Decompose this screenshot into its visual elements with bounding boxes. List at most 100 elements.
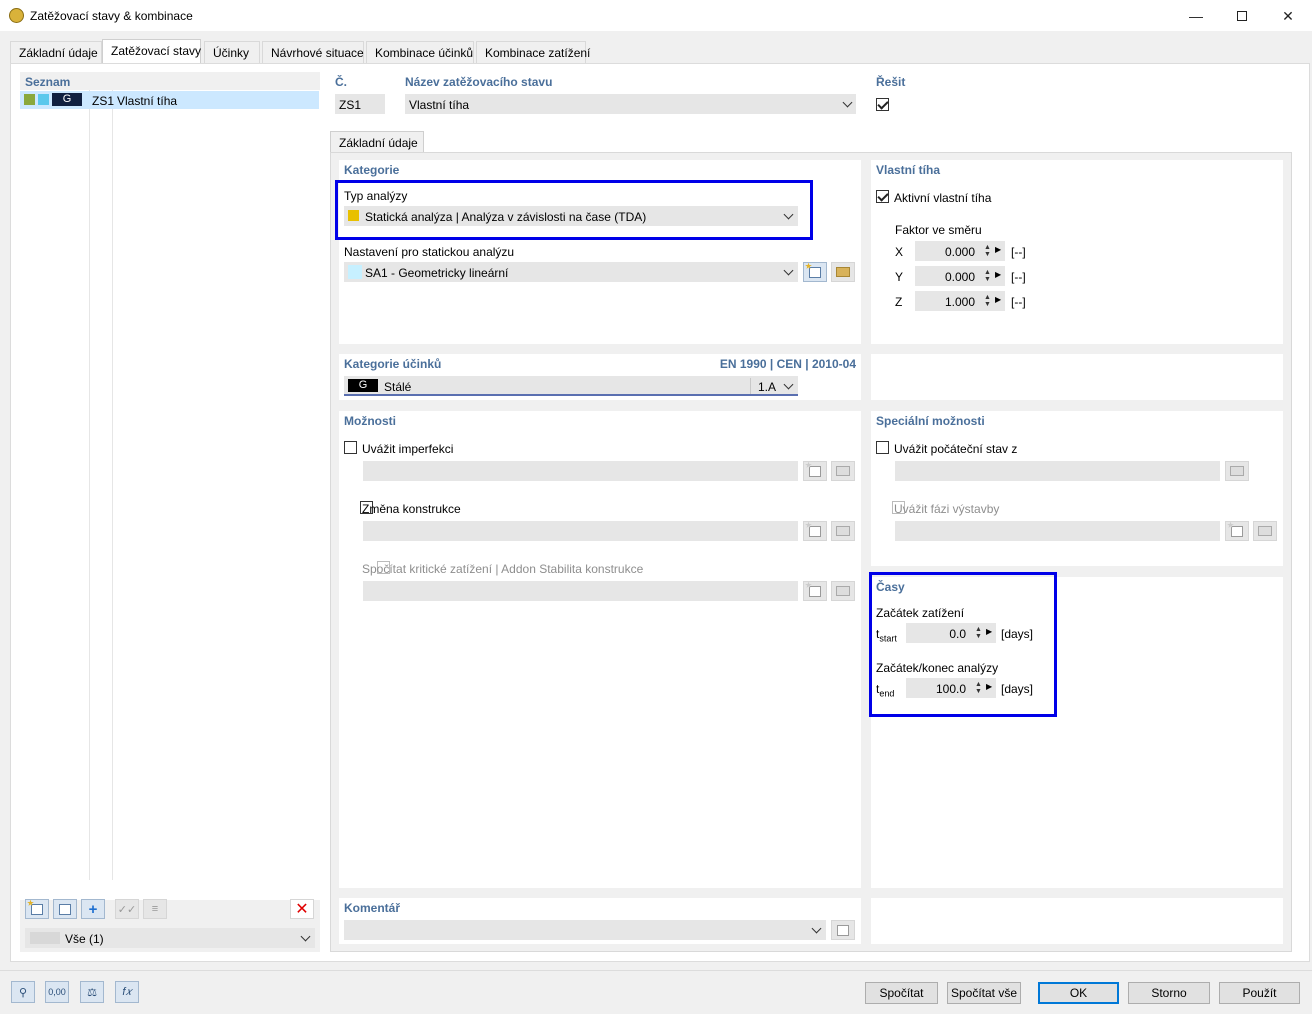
- list-header: Seznam: [25, 75, 71, 89]
- number-label: Č.: [335, 75, 347, 89]
- chevron-down-icon: [784, 212, 793, 221]
- load-start-value: 0.0: [949, 627, 966, 641]
- name-value: Vlastní tíha: [409, 98, 470, 112]
- factor-z-input[interactable]: 1.000 ▲ ▼ ▶: [915, 291, 1005, 311]
- edit-imperfection-icon[interactable]: [831, 461, 855, 481]
- spin-icon[interactable]: ▲ ▼: [984, 294, 991, 308]
- list-filter-select[interactable]: Vše (1): [25, 928, 315, 948]
- spin-icon[interactable]: ▲ ▼: [975, 681, 982, 695]
- spin-icon[interactable]: ▲ ▼: [975, 626, 982, 640]
- insert-load-case-icon[interactable]: +: [81, 899, 105, 919]
- action-category-tag: G: [348, 379, 378, 392]
- tab-action-combinations[interactable]: Kombinace účinků: [366, 41, 474, 63]
- active-self-weight-checkbox[interactable]: [876, 190, 889, 203]
- maximize-button[interactable]: [1219, 0, 1265, 32]
- new-critical-load-icon[interactable]: [803, 581, 827, 601]
- delete-icon[interactable]: ✕: [290, 899, 314, 919]
- initial-state-checkbox[interactable]: [876, 441, 889, 454]
- units-icon[interactable]: ⚖: [80, 981, 104, 1003]
- check-icon[interactable]: ✓✓: [115, 899, 139, 919]
- bottom-divider: [0, 970, 1312, 971]
- factor-x-value: 0.000: [944, 245, 975, 259]
- help-icon[interactable]: ⚲: [11, 981, 35, 1003]
- tab-design-situations[interactable]: Návrhové situace: [262, 41, 364, 63]
- factor-y-unit: [--]: [1011, 270, 1026, 284]
- new-imperfection-icon[interactable]: [803, 461, 827, 481]
- subtab-basic-data[interactable]: Základní údaje: [330, 131, 424, 153]
- tab-load-cases[interactable]: Zatěžovací stavy: [102, 39, 201, 64]
- tab-basic-data[interactable]: Základní údaje: [10, 41, 102, 63]
- load-start-label: Začátek zatížení: [876, 606, 965, 620]
- cancel-button[interactable]: Storno: [1128, 982, 1210, 1004]
- factor-y-value: 0.000: [944, 270, 975, 284]
- values-icon[interactable]: 0,00: [45, 981, 69, 1003]
- action-category-right-panel: [871, 354, 1283, 400]
- factor-z-unit: [--]: [1011, 295, 1026, 309]
- analysis-type-label: Typ analýzy: [344, 189, 408, 203]
- close-button[interactable]: ✕: [1265, 0, 1311, 32]
- analysis-type-select[interactable]: Statická analýza | Analýza v závislosti …: [344, 206, 798, 226]
- edit-initial-state-icon[interactable]: [1225, 461, 1249, 481]
- apply-button[interactable]: Použít: [1219, 982, 1300, 1004]
- initial-state-label: Uvážit počáteční stav z: [894, 442, 1018, 456]
- edit-structure-change-icon[interactable]: [831, 521, 855, 541]
- construction-stage-label: Uvážit fázi výstavby: [894, 502, 1000, 516]
- load-start-input[interactable]: 0.0 ▲ ▼ ▶: [906, 623, 996, 643]
- self-weight-panel: Vlastní tíha Aktivní vlastní tíha Faktor…: [871, 160, 1283, 344]
- minimize-button[interactable]: —: [1173, 0, 1219, 32]
- special-options-header: Speciální možnosti: [876, 414, 985, 428]
- new-structure-change-icon[interactable]: [803, 521, 827, 541]
- edit-construction-stage-icon[interactable]: [1253, 521, 1277, 541]
- arrow-right-icon[interactable]: ▶: [995, 295, 1001, 304]
- t-end-symbol: tend: [876, 682, 894, 698]
- action-category-select[interactable]: G Stálé 1.A: [344, 376, 798, 396]
- new-settings-icon[interactable]: [803, 262, 827, 282]
- spin-icon[interactable]: ▲ ▼: [984, 244, 991, 258]
- arrow-right-icon[interactable]: ▶: [995, 245, 1001, 254]
- analysis-end-value: 100.0: [935, 682, 966, 696]
- chevron-down-icon: [812, 926, 821, 935]
- initial-state-select[interactable]: [895, 461, 1220, 481]
- options-header: Možnosti: [344, 414, 396, 428]
- factor-label: Faktor ve směru: [895, 223, 982, 237]
- structure-change-select[interactable]: [363, 521, 798, 541]
- factor-x-input[interactable]: 0.000 ▲ ▼ ▶: [915, 241, 1005, 261]
- filter-color-swatch: [30, 932, 60, 944]
- name-select[interactable]: Vlastní tíha: [405, 94, 856, 114]
- number-panel: Č. ZS1: [330, 72, 390, 120]
- comment-select[interactable]: [344, 920, 826, 940]
- solve-checkbox[interactable]: [876, 98, 889, 111]
- copy-load-case-icon[interactable]: [53, 899, 77, 919]
- new-load-case-icon[interactable]: [25, 899, 49, 919]
- uncheck-icon[interactable]: ≡: [143, 899, 167, 919]
- tab-actions[interactable]: Účinky: [204, 41, 260, 63]
- arrow-right-icon[interactable]: ▶: [995, 270, 1001, 279]
- edit-critical-load-icon[interactable]: [831, 581, 855, 601]
- action-category-header: Kategorie účinků: [344, 357, 442, 371]
- list-item[interactable]: G ZS1 Vlastní tíha: [20, 91, 319, 109]
- settings-color: [348, 265, 362, 279]
- factor-y-input[interactable]: 0.000 ▲ ▼ ▶: [915, 266, 1005, 286]
- arrow-right-icon[interactable]: ▶: [986, 627, 992, 636]
- list-item-tag: G: [52, 93, 82, 106]
- number-field[interactable]: ZS1: [335, 94, 385, 114]
- imperfection-checkbox[interactable]: [344, 441, 357, 454]
- edit-settings-icon[interactable]: [831, 262, 855, 282]
- comment-library-icon[interactable]: [831, 920, 855, 940]
- analysis-end-input[interactable]: 100.0 ▲ ▼ ▶: [906, 678, 996, 698]
- ok-button[interactable]: OK: [1038, 982, 1119, 1004]
- active-self-weight-label: Aktivní vlastní tíha: [894, 191, 992, 205]
- construction-stage-select[interactable]: [895, 521, 1220, 541]
- tab-load-combinations[interactable]: Kombinace zatížení: [476, 41, 590, 63]
- calculate-button[interactable]: Spočítat: [865, 982, 938, 1004]
- static-settings-select[interactable]: SA1 - Geometricky lineární: [344, 262, 798, 282]
- spin-icon[interactable]: ▲ ▼: [984, 269, 991, 283]
- action-category-standard: EN 1990 | CEN | 2010-04: [719, 357, 856, 371]
- new-construction-stage-icon[interactable]: [1225, 521, 1249, 541]
- arrow-right-icon[interactable]: ▶: [986, 682, 992, 691]
- critical-load-select[interactable]: [363, 581, 798, 601]
- calculate-all-button[interactable]: Spočítat vše: [947, 982, 1021, 1004]
- analysis-type-color: [348, 210, 359, 221]
- imperfection-select[interactable]: [363, 461, 798, 481]
- formula-icon[interactable]: f𝑥: [115, 981, 139, 1003]
